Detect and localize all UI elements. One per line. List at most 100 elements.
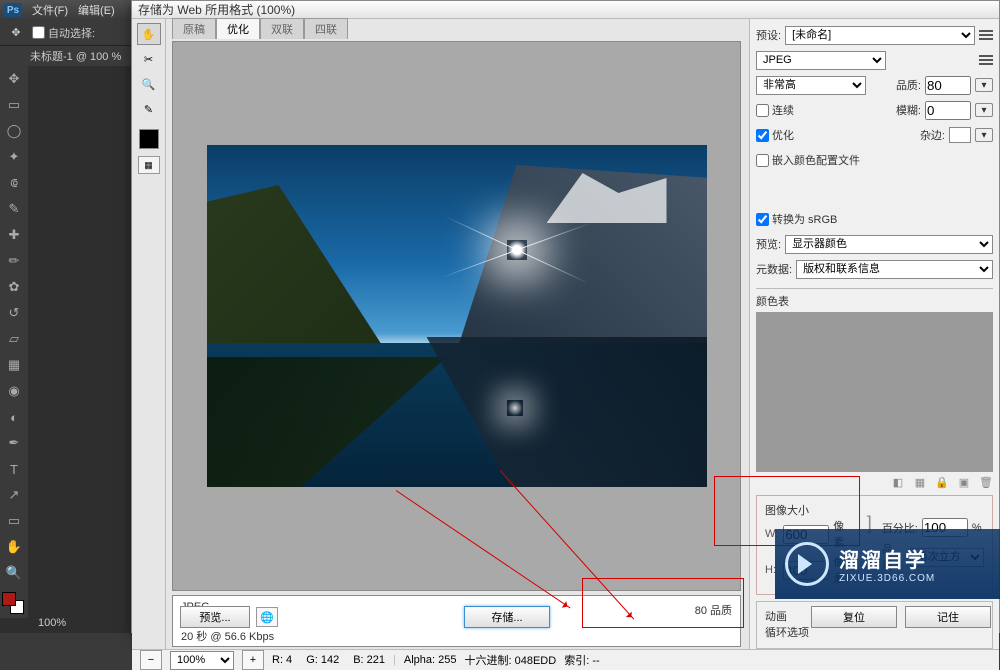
preview-area: 原稿 优化 双联 四联 JPEG 103.5K — [166, 19, 749, 649]
eyedropper-tool-icon[interactable]: ✎ — [137, 98, 161, 120]
reset-button[interactable]: 复位 — [811, 606, 897, 628]
zoom-select[interactable]: 100% — [170, 651, 234, 670]
type-tool-icon[interactable]: T — [2, 457, 26, 481]
convert-srgb-label: 转换为 sRGB — [772, 211, 837, 227]
ct-map-icon[interactable]: ▦ — [913, 476, 927, 488]
preview-mode-label: 预览: — [756, 236, 781, 252]
dialog-toolbar: ✋ ✂ 🔍 ✎ ▦ — [132, 19, 166, 649]
color-table[interactable] — [756, 312, 993, 472]
loop-label: 循环选项 — [765, 624, 809, 640]
preview-button[interactable]: 预览... — [180, 606, 250, 628]
shape-tool-icon[interactable]: ▭ — [2, 509, 26, 533]
image-size-legend: 图像大小 — [765, 505, 809, 517]
readout-index: 索引: -- — [564, 652, 599, 668]
slice-visibility-toggle[interactable]: ▦ — [138, 156, 160, 174]
quality-label: 品质: — [896, 77, 921, 93]
marquee-tool-icon[interactable]: ▭ — [2, 93, 26, 117]
quality-input[interactable] — [925, 76, 971, 95]
path-tool-icon[interactable]: ↗ — [2, 483, 26, 507]
dodge-tool-icon[interactable]: ◐ — [2, 405, 26, 429]
dialog-bottom-bar: − 100% + R: 4 G: 142 B: 221 | Alpha: 255… — [132, 649, 999, 670]
heal-tool-icon[interactable]: ✚ — [2, 223, 26, 247]
ct-trash-icon[interactable]: 🗑 — [979, 476, 993, 488]
ps-logo-icon: Ps — [4, 3, 22, 17]
compression-select[interactable]: 非常高 — [756, 76, 866, 95]
optimized-checkbox[interactable]: 优化 — [756, 127, 794, 143]
lasso-tool-icon[interactable]: ◯ — [2, 119, 26, 143]
move-tool-icon[interactable]: ✥ — [2, 67, 26, 91]
blur-label: 模糊: — [896, 102, 921, 118]
preset-select[interactable]: [未命名] — [785, 26, 975, 45]
tab-optimized[interactable]: 优化 — [216, 18, 260, 39]
ct-new-icon[interactable]: ▣ — [957, 476, 971, 488]
quality-slider-icon[interactable]: ▾ — [975, 78, 993, 92]
blur-input[interactable] — [925, 101, 971, 120]
ct-lock-icon[interactable]: 🔒 — [935, 476, 949, 488]
browser-preview-icon[interactable]: 🌐 — [256, 607, 278, 627]
zoom-tool-icon[interactable]: 🔍 — [137, 73, 161, 95]
embed-profile-checkbox[interactable]: 嵌入颜色配置文件 — [756, 152, 860, 168]
auto-select-checkbox[interactable]: 自动选择: — [32, 25, 95, 41]
matte-dropdown-icon[interactable]: ▾ — [975, 128, 993, 142]
brush-tool-icon[interactable]: ✏ — [2, 249, 26, 273]
blur-tool-icon[interactable]: ◉ — [2, 379, 26, 403]
color-table-actions: ◧ ▦ 🔒 ▣ 🗑 — [756, 475, 993, 489]
format-select[interactable]: JPEG — [756, 51, 886, 70]
tab-2up[interactable]: 双联 — [260, 18, 304, 39]
progressive-checkbox[interactable]: 连续 — [756, 102, 794, 118]
zoom-tool-icon[interactable]: 🔍 — [2, 561, 26, 585]
color-swatch[interactable] — [0, 590, 28, 618]
info-quality-readout: 80 品质 — [695, 602, 732, 618]
menu-file[interactable]: 文件(F) — [32, 2, 68, 18]
stamp-tool-icon[interactable]: ✿ — [2, 275, 26, 299]
eraser-tool-icon[interactable]: ▱ — [2, 327, 26, 351]
slice-tool-icon[interactable]: ✂ — [137, 48, 161, 70]
hand-tool-icon[interactable]: ✋ — [137, 23, 161, 45]
preset-menu-icon[interactable] — [979, 29, 993, 41]
play-icon — [785, 542, 829, 586]
matte-swatch[interactable] — [949, 127, 971, 143]
animation-legend: 动画 — [765, 611, 787, 623]
readout-b: B: 221 — [353, 654, 385, 666]
watermark-overlay: 溜溜自学 ZIXUE.3D66.COM — [775, 529, 1000, 599]
ct-shift-icon[interactable]: ◧ — [891, 476, 905, 488]
preset-label: 预设: — [756, 27, 781, 43]
readout-hex: 十六进制: 048EDD — [465, 652, 557, 668]
eyedropper-tool-icon[interactable]: ✎ — [2, 197, 26, 221]
readout-g: G: 142 — [306, 654, 339, 666]
convert-srgb-checkbox[interactable]: 转换为 sRGB — [756, 211, 837, 227]
zoom-in-icon[interactable]: + — [242, 650, 264, 670]
progressive-label: 连续 — [772, 102, 794, 118]
embed-profile-label: 嵌入颜色配置文件 — [772, 152, 860, 168]
ps-toolbar: ✥ ▭ ◯ ✦ ⟃ ✎ ✚ ✏ ✿ ↺ ▱ ▦ ◉ ◐ ✒ T ↗ ▭ ✋ 🔍 — [0, 66, 28, 618]
matte-label: 杂边: — [920, 127, 945, 143]
menu-edit[interactable]: 编辑(E) — [78, 2, 115, 18]
tab-original[interactable]: 原稿 — [172, 18, 216, 39]
color-table-label: 颜色表 — [756, 293, 993, 309]
auto-select-label: 自动选择: — [48, 25, 95, 41]
wand-tool-icon[interactable]: ✦ — [2, 145, 26, 169]
pen-tool-icon[interactable]: ✒ — [2, 431, 26, 455]
preview-image — [207, 145, 707, 487]
hand-tool-icon[interactable]: ✋ — [2, 535, 26, 559]
blur-slider-icon[interactable]: ▾ — [975, 103, 993, 117]
preview-tabs: 原稿 优化 双联 四联 — [166, 19, 749, 39]
save-button[interactable]: 存储... — [464, 606, 550, 628]
ps-status-bar: 100% — [28, 613, 66, 633]
history-brush-tool-icon[interactable]: ↺ — [2, 301, 26, 325]
metadata-select[interactable]: 版权和联系信息 — [796, 260, 993, 279]
remember-button[interactable]: 记住 — [905, 606, 991, 628]
tab-4up[interactable]: 四联 — [304, 18, 348, 39]
optimize-menu-icon[interactable] — [979, 54, 993, 66]
metadata-label: 元数据: — [756, 261, 792, 277]
dialog-titlebar[interactable]: 存储为 Web 所用格式 (100%) — [132, 1, 999, 19]
info-download-time: 20 秒 @ 56.6 Kbps — [181, 630, 274, 645]
crop-tool-icon[interactable]: ⟃ — [2, 171, 26, 195]
preview-mode-select[interactable]: 显示器颜色 — [785, 235, 993, 254]
preview-canvas[interactable] — [172, 41, 741, 591]
sample-color-swatch[interactable] — [139, 129, 159, 149]
zoom-out-icon[interactable]: − — [140, 650, 162, 670]
gradient-tool-icon[interactable]: ▦ — [2, 353, 26, 377]
constrain-link-icon[interactable]: ] — [867, 518, 872, 528]
move-tool-icon[interactable]: ✥ — [6, 23, 26, 43]
